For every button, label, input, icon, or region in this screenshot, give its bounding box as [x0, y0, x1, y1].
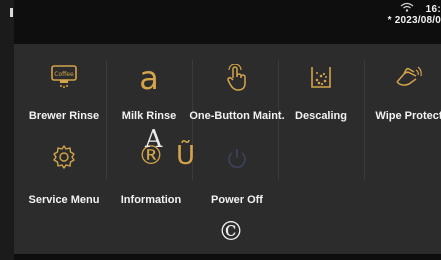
power-off-button[interactable]: Power Off — [192, 124, 282, 206]
left-marker — [10, 8, 13, 17]
service-menu-button[interactable]: Service Menu — [19, 124, 109, 206]
clock-time: 16: — [425, 4, 441, 15]
menu-grid: Coffee Brewer Rinse a Milk Rinse One-But… — [14, 44, 441, 206]
wipe-protect-label: Wipe Protect — [375, 110, 441, 122]
clock-date: * 2023/08/0 — [387, 15, 441, 26]
wifi-icon — [400, 2, 414, 12]
milk-rinse-button[interactable]: a Milk Rinse — [104, 44, 194, 122]
wipe-hand-icon — [396, 66, 422, 86]
brewer-rinse-button[interactable]: Coffee Brewer Rinse — [19, 44, 109, 122]
wipe-protect-button[interactable]: Wipe Protect — [364, 44, 441, 122]
milk-rinse-icon: a — [139, 59, 159, 97]
gear-icon — [53, 145, 75, 169]
device-screen: 16: * 2023/08/0 Coffee Brewer Rinse a Mi… — [0, 0, 441, 260]
status-bar: 16: * 2023/08/0 — [351, 0, 441, 30]
coffee-brewer-icon: Coffee — [51, 65, 77, 88]
left-bezel — [0, 0, 14, 260]
copyright-symbol: © — [218, 217, 244, 247]
annotation-letter-a: A — [145, 125, 163, 153]
power-overlay-glyph: Ũ — [176, 141, 196, 171]
svg-text:Coffee: Coffee — [54, 71, 74, 78]
power-icon — [228, 149, 246, 169]
hand-touch-icon — [227, 64, 246, 91]
descaling-icon — [311, 67, 331, 88]
power-off-label: Power Off — [211, 194, 263, 206]
descaling-button[interactable]: Descaling — [276, 44, 366, 122]
one-button-maint-button[interactable]: One-Button Maint. — [189, 44, 285, 122]
